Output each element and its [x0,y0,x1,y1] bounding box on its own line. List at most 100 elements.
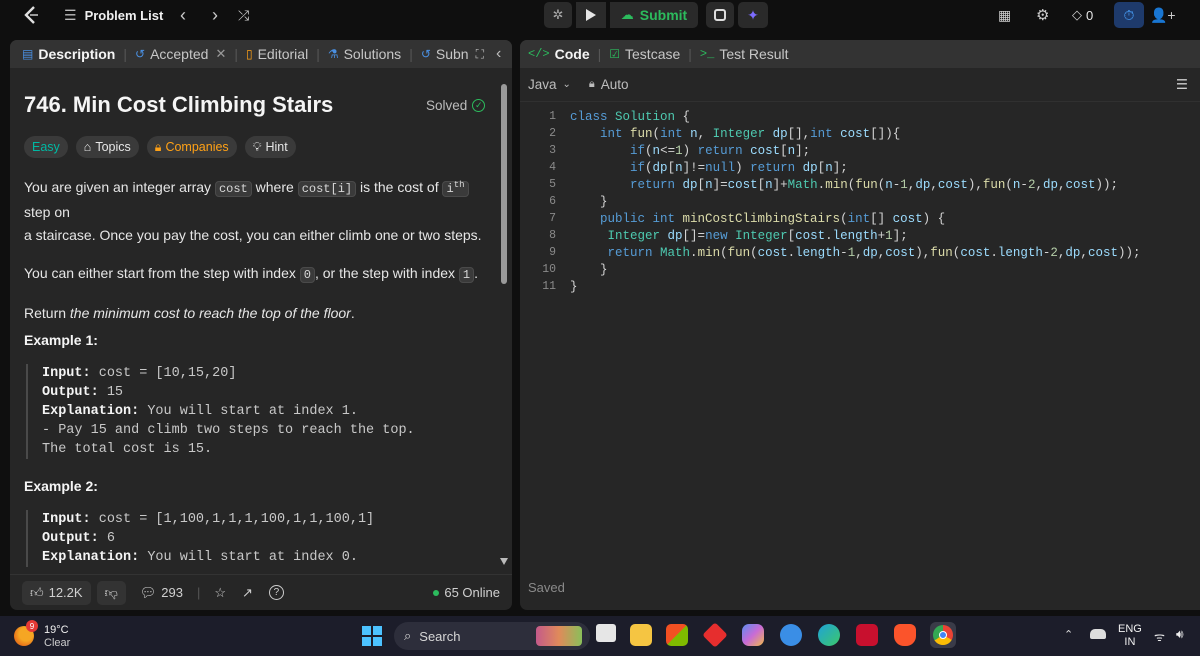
scroll-down-arrow[interactable] [500,558,508,565]
brave-browser-icon[interactable] [894,624,916,646]
windows-start-icon[interactable] [362,626,382,646]
tab-accepted[interactable]: ↺ Accepted ✕ [135,46,226,62]
language-select[interactable]: Java ⌄ [520,77,571,92]
star-icon[interactable]: ☆ [214,585,226,601]
format-lines-icon[interactable]: ☰ [1176,77,1188,93]
companies-chip[interactable]: 🔒︎ Companies [146,136,237,158]
problem-statement: You are given an integer array cost wher… [24,174,494,325]
tab-test-result[interactable]: >_ Test Result [700,46,789,62]
leetcode-logo[interactable] [22,0,40,30]
line-number: 1 [549,110,556,123]
weather-text[interactable]: 19°C Clear [44,624,70,650]
line-number: 5 [549,178,556,191]
code-line[interactable]: if(n<=1) return cost[n]; [570,144,810,161]
terminal-icon: >_ [699,47,715,61]
language-indicator[interactable]: ENG IN [1118,623,1142,649]
problem-list-button[interactable]: ☰ Problem List [64,0,163,30]
edge-browser-icon[interactable] [818,624,840,646]
code-line[interactable]: Integer dp[]=new Integer[cost.length+1]; [570,229,908,246]
difficulty-badge: Easy [24,136,68,158]
collapse-panel-icon[interactable]: ‹ [496,45,501,63]
maximize-icon[interactable]: ⛶ [476,47,484,62]
example-1-title: Example 1: [24,332,98,348]
code-tabs: </> Code | ☑ Testcase | >_ Test Result [520,40,1200,68]
code-line[interactable]: } [570,280,578,297]
solved-status: Solved ✓ [426,98,486,113]
wifi-icon[interactable]: ᯤ [1154,628,1165,645]
code-line[interactable]: public int minCostClimbingStairs(int[] c… [570,212,945,229]
windows-taskbar: 9 19°C Clear ⌕ Search ⌃ ENG IN ᯤ 🔊︎ [0,616,1200,656]
code-line[interactable]: } [570,263,608,280]
submit-button[interactable]: ☁ Submit [610,2,698,28]
online-count: 65 Online [433,585,500,600]
scrollbar-thumb[interactable] [501,84,507,284]
online-dot-icon [433,589,440,596]
code-line[interactable]: if(dp[n]!=null) return dp[n]; [570,161,848,178]
chrome-browser-icon[interactable] [930,622,956,648]
statement-paragraph-1: You are given an integer array cost wher… [24,179,482,243]
ai-sparkle-icon[interactable]: ✦ [738,2,768,28]
topics-chip[interactable]: ⌂ Topics [75,136,139,158]
timer-icon[interactable]: ⏱ [1114,2,1144,28]
red-diamond-app-icon[interactable] [702,622,728,648]
book-icon: ▯ [245,47,253,61]
shuffle-icon[interactable]: ⤮ [238,0,249,30]
microsoft-store-icon[interactable] [666,624,688,646]
description-scrollbar[interactable] [500,70,508,570]
description-tabs: ▤ Description | ↺ Accepted ✕ | ▯ Editori… [10,40,512,68]
invite-user-icon[interactable]: 👤+ [1150,0,1176,30]
debug-icon[interactable]: ✲ [544,2,572,28]
share-icon[interactable]: ↗ [242,585,253,601]
lightbulb-icon: 💡︎ [252,139,262,154]
tab-editorial[interactable]: ▯ Editorial [246,46,308,62]
dislike-button[interactable]: 👎︎ [96,580,126,605]
flask-icon: ⚗ [327,47,339,61]
file-explorer-icon[interactable] [630,624,652,646]
copilot-icon[interactable] [742,624,764,646]
example-2-title: Example 2: [24,478,98,494]
notes-icon[interactable] [706,2,734,28]
run-button[interactable] [576,2,606,28]
help-icon[interactable]: ? [268,585,284,600]
chevron-up-icon[interactable]: ⌃ [1064,628,1073,641]
line-number: 9 [549,246,556,259]
cloud-icon[interactable] [1090,629,1106,639]
tab-description[interactable]: ▤ Description [10,46,115,62]
code-line[interactable]: int fun(int n, Integer dp[],int cost[]){ [570,127,900,144]
code-editor[interactable]: 1 2 3 4 5 6 7 8 9 10 11 class Solution {… [520,110,1200,530]
tab-code[interactable]: </> Code [520,46,590,62]
code-line[interactable]: class Solution { [570,110,690,127]
auto-mode-toggle[interactable]: 🔒︎ Auto [589,77,629,92]
code-line[interactable]: } [570,195,608,212]
problem-content: 746. Min Cost Climbing Stairs Solved ✓ E… [10,68,500,578]
line-number: 11 [542,280,556,293]
settings-gear-icon[interactable]: ⚙ [1036,0,1049,30]
layout-grid-icon[interactable]: ▦ [998,0,1011,30]
line-number: 10 [542,263,556,276]
history-icon: ↺ [420,47,431,61]
help-app-icon[interactable] [780,624,802,646]
mcafee-icon[interactable] [856,624,878,646]
tab-solutions[interactable]: ⚗ Solutions [328,46,401,62]
tab-submissions[interactable]: ↺ Subn [421,46,469,62]
taskbar-search[interactable]: ⌕ Search [394,622,590,650]
prev-problem-icon[interactable]: ‹ [180,0,186,30]
task-view-icon[interactable] [596,624,616,642]
hint-chip[interactable]: 💡︎ Hint [244,136,296,158]
code-line[interactable]: return Math.min(fun(cost.length-1,dp,cos… [570,246,1141,263]
like-button[interactable]: 👍︎ 12.2K [22,580,91,605]
code-lines: class Solution { int fun(int n, Integer … [570,110,1190,310]
lock-icon: 🔒︎ [154,139,162,154]
code-line[interactable]: return dp[n]=cost[n]+Math.min(fun(n-1,dp… [570,178,1118,195]
comments-button[interactable]: 💬︎ 293 [140,585,183,601]
streak-counter[interactable]: ◇ 0 [1072,0,1093,30]
chevron-down-icon: ⌄ [562,79,571,90]
speaker-icon[interactable]: 🔊︎ [1176,627,1184,642]
scroll-up-arrow[interactable] [501,70,507,74]
close-tab-icon[interactable]: ✕ [215,46,226,62]
search-icon: ⌕ [404,628,412,643]
weather-widget[interactable]: 9 [12,620,38,648]
line-number: 4 [549,161,556,174]
tab-testcase[interactable]: ☑ Testcase [609,46,680,62]
next-problem-icon[interactable]: › [212,0,218,30]
